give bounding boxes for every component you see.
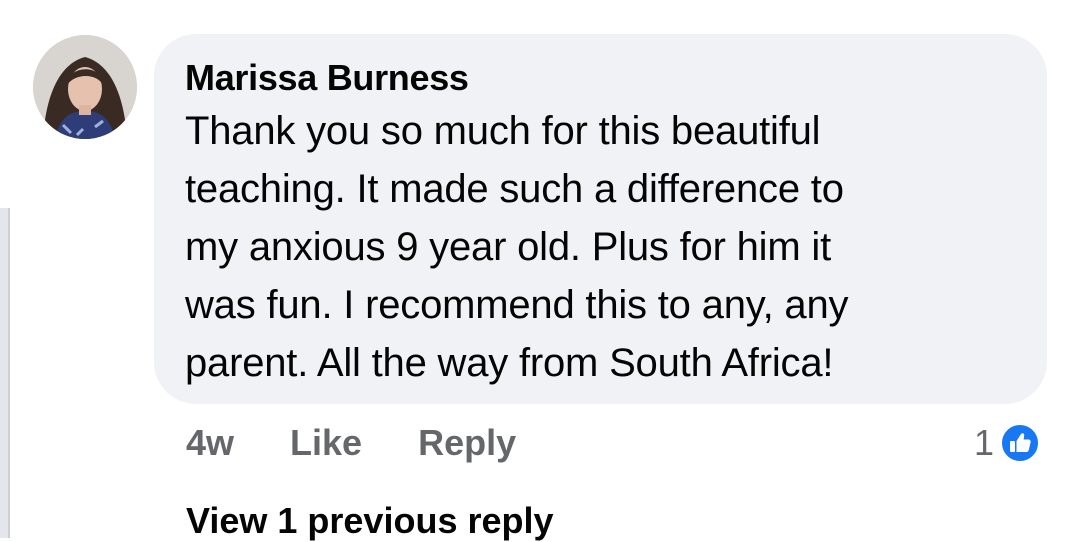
comment-actions: 4w Like Reply	[186, 420, 516, 466]
comment-text-line: my anxious 9 year old. Plus for him it	[185, 225, 831, 269]
comment-text-line: parent. All the way from South Africa!	[185, 341, 834, 385]
view-previous-replies-link[interactable]: View 1 previous reply	[186, 500, 554, 542]
reaction-count: 1	[974, 422, 995, 463]
comment-text-line: was fun. I recommend this to any, any	[185, 283, 849, 327]
comment-bubble: Marissa Burness Thank you so much for th…	[154, 34, 1047, 404]
avatar[interactable]	[33, 35, 137, 139]
thread-line	[0, 208, 10, 538]
comment-text-line: Thank you so much for this beautiful	[185, 109, 821, 153]
comment-text: Thank you so much for this beautiful tea…	[185, 102, 985, 392]
reaction-summary[interactable]: 1	[974, 420, 1041, 466]
like-button[interactable]: Like	[290, 422, 362, 464]
thumbs-up-icon	[1000, 423, 1041, 463]
comment-text-line: teaching. It made such a difference to	[185, 167, 844, 211]
timestamp[interactable]: 4w	[186, 422, 234, 464]
reply-button[interactable]: Reply	[418, 422, 516, 464]
author-name[interactable]: Marissa Burness	[185, 56, 1017, 100]
profile-photo	[33, 35, 137, 139]
